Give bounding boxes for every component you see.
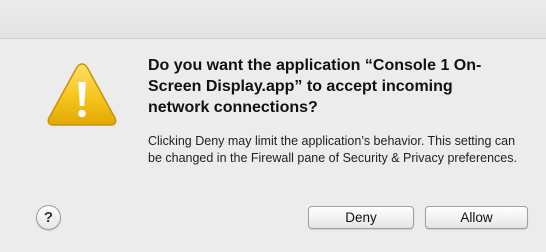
allow-button[interactable]: Allow (425, 206, 528, 229)
deny-button[interactable]: Deny (308, 206, 414, 229)
warning-icon (47, 63, 117, 126)
title-bar[interactable] (0, 0, 546, 39)
firewall-alert-dialog: Do you want the application “Console 1 O… (0, 0, 546, 252)
help-button[interactable]: ? (36, 205, 61, 230)
dialog-body-text: Clicking Deny may limit the application’… (148, 134, 517, 165)
dialog-headline: Do you want the application “Console 1 O… (148, 57, 482, 116)
